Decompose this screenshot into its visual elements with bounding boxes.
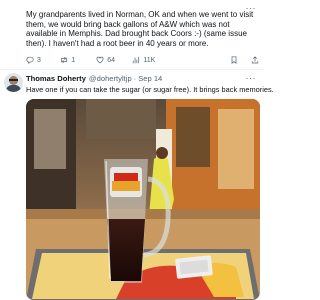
tweet-header: Thomas Doherty @dohertyltjp · Sep 14 (26, 73, 162, 83)
reply-count: 3 (37, 56, 41, 64)
bookmark-button[interactable] (230, 56, 241, 64)
views-button[interactable]: 11K (132, 56, 190, 64)
author-name[interactable]: Thomas Doherty (26, 74, 86, 83)
like-count: 64 (107, 56, 116, 64)
heart-icon (96, 56, 104, 64)
root-beer-mug-photo (26, 99, 260, 300)
share-icon (251, 56, 259, 64)
views-count: 11K (143, 56, 156, 64)
views-chart-icon (133, 56, 140, 64)
retweet-button[interactable]: 1 (60, 56, 96, 64)
reply-icon (26, 56, 34, 64)
avatar[interactable] (4, 73, 23, 92)
like-button[interactable]: 64 (96, 56, 132, 64)
tweet-actions: 3 1 64 11K (26, 55, 262, 65)
separator: · (133, 73, 137, 83)
bookmark-icon (231, 56, 237, 64)
retweet-icon (61, 56, 67, 64)
tweet-divider (0, 69, 264, 70)
tweet-text: Have one if you can take the sugar (or s… (26, 85, 274, 94)
tweet-text: My grandparents lived in Norman, OK and … (26, 10, 254, 48)
share-button[interactable] (251, 56, 262, 64)
retweet-count: 1 (71, 56, 76, 64)
more-options-icon[interactable]: ··· (246, 73, 257, 83)
author-handle[interactable]: @dohertyltjp (89, 74, 132, 83)
previous-tweet[interactable]: ··· My grandparents lived in Norman, OK … (0, 0, 264, 68)
reply-button[interactable]: 3 (26, 56, 60, 64)
tweet-photo[interactable] (26, 99, 260, 300)
tweet-date[interactable]: Sep 14 (138, 74, 162, 83)
